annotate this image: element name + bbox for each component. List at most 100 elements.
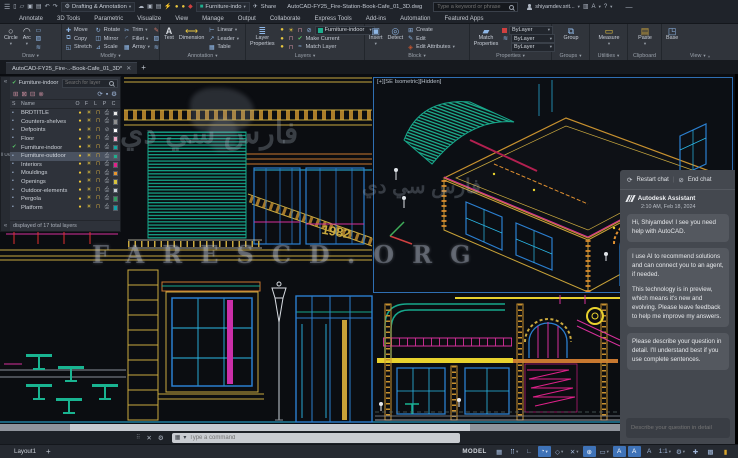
print-icon[interactable]: ▤ — [156, 4, 162, 10]
layer-plot-icon[interactable]: ⎙ — [103, 205, 112, 211]
layer-row[interactable]: ▪Outdoor-elements●☀⊓⎙ — [10, 186, 120, 195]
layer-freeze-icon[interactable]: ☀ — [85, 179, 94, 185]
save-web-icon[interactable]: ▣ — [147, 4, 153, 10]
layer-search-box[interactable] — [62, 79, 118, 88]
layer-on-icon[interactable]: ● — [76, 171, 85, 176]
layer-plot-icon[interactable]: ⊘ — [103, 128, 112, 134]
expand-panel-icon[interactable]: » — [708, 54, 711, 59]
end-chat-button[interactable]: End chat — [688, 177, 712, 183]
layer-row[interactable]: ▪Counters-shelves●☀⊓⎙ — [10, 118, 120, 127]
open-file-icon[interactable]: ▱ — [20, 4, 25, 10]
layer-lock-icon[interactable]: ⊓ — [297, 27, 304, 34]
document-dropdown[interactable]: ■ Furniture-indo ▾ — [196, 2, 250, 12]
edit-attributes-button[interactable]: ◈Edit Attributes▾ — [407, 43, 455, 52]
tab-featured-apps[interactable]: Featured Apps — [437, 14, 490, 24]
close-command-icon[interactable]: ✕ — [146, 434, 151, 442]
layer-lock-icon[interactable]: ⊓ — [94, 154, 103, 160]
group-button[interactable]: ⧉Group — [563, 26, 580, 42]
scale-button[interactable]: ⊿Scale — [95, 43, 120, 52]
layer-plot-icon[interactable]: ⎙ — [103, 119, 112, 125]
layer-row[interactable]: ▪Mouldings●☀⊓⎙ — [10, 169, 120, 178]
measure-button[interactable]: ▭Measure▾ — [598, 26, 621, 47]
autodesk-a-icon[interactable]: A — [592, 4, 596, 10]
help-search-input[interactable] — [437, 4, 507, 10]
layer-on-icon[interactable]: ● — [76, 111, 85, 116]
col-name[interactable]: Name — [21, 101, 73, 107]
layer-plot-icon[interactable]: ⎙ — [103, 136, 112, 142]
object-snap-tracking-icon[interactable]: ✕▾ — [568, 446, 581, 457]
layers-panel-label[interactable]: Layers — [295, 53, 311, 59]
layer-freeze-icon[interactable]: ☀ — [85, 111, 94, 117]
trim-button[interactable]: ✂Trim▾ — [123, 26, 150, 35]
help-search-box[interactable] — [433, 2, 518, 12]
tab-collaborate[interactable]: Collaborate — [263, 14, 308, 24]
layer-lock-icon[interactable]: ⊓ — [94, 179, 103, 185]
tab-view[interactable]: View — [168, 14, 195, 24]
layer-lock-icon[interactable]: ⊓ — [94, 136, 103, 142]
move-button[interactable]: ✚Move — [65, 26, 92, 35]
layer-on-icon[interactable]: ● — [76, 180, 85, 185]
tab-3d-tools[interactable]: 3D Tools — [50, 14, 87, 24]
col-color[interactable]: C — [109, 101, 118, 107]
tab-parametric[interactable]: Parametric — [87, 14, 130, 24]
layer-color-swatch[interactable] — [113, 119, 119, 125]
new-drawing-tab-button[interactable]: + — [141, 62, 146, 74]
fillet-button[interactable]: ◜Fillet▾ — [123, 35, 150, 44]
layer-on-icon[interactable]: ● — [76, 205, 85, 210]
layer-freeze-icon[interactable]: ☀ — [85, 205, 94, 211]
layer-search-input[interactable] — [65, 80, 107, 86]
layer-freeze-icon[interactable]: ☀ — [85, 196, 94, 202]
layer-freeze-icon[interactable]: ☀ — [85, 162, 94, 168]
insert-button[interactable]: ▣Insert▾ — [368, 26, 383, 47]
horizontal-scrollbar[interactable] — [0, 424, 620, 431]
layer-on-icon[interactable]: ● — [76, 197, 85, 202]
layer-row[interactable]: ▪Pergola●☀⊓⎙ — [10, 195, 120, 204]
base-button[interactable]: ◳Base — [665, 26, 679, 42]
dynamic-input-icon[interactable]: ⊕ — [583, 446, 596, 457]
circle-button[interactable]: ○Circle▾ — [3, 26, 19, 47]
lock-ui-icon[interactable]: ▮ — [719, 446, 732, 457]
annotation-visibility-icon[interactable]: A — [613, 446, 626, 457]
customize-wrench-icon[interactable]: ⚙ — [158, 434, 164, 442]
detect-button[interactable]: ◎Detect — [386, 26, 404, 42]
command-input[interactable] — [189, 435, 419, 441]
copy-button[interactable]: ⧉Copy — [65, 35, 92, 44]
annotation-scale-dropdown[interactable]: 1:1▾ — [658, 446, 672, 457]
new-frozen-layer-icon[interactable]: ⊠ — [21, 90, 26, 98]
new-layout-button[interactable]: + — [46, 447, 51, 456]
layer-color-swatch[interactable] — [113, 188, 119, 194]
layer-freeze-icon[interactable]: ☀ — [85, 136, 94, 142]
scrollbar-thumb[interactable] — [70, 424, 470, 431]
block-panel-label[interactable]: Block — [408, 53, 421, 59]
col-freeze[interactable]: F — [82, 101, 91, 107]
workspace-dropdown[interactable]: ⚙ Drafting & Annotation ▾ — [61, 2, 135, 12]
undo-icon[interactable]: ↶ — [45, 4, 50, 10]
new-layer-icon[interactable]: ⊞ — [13, 90, 18, 98]
chat-input[interactable] — [631, 425, 725, 431]
layer-color-swatch[interactable] — [113, 196, 119, 202]
tab-output[interactable]: Output — [231, 14, 263, 24]
layer-row[interactable]: ▪Openings●☀⊓⎙ — [10, 178, 120, 187]
tab-add-ins[interactable]: Add-ins — [359, 14, 393, 24]
layer-lock-icon[interactable]: ⊓ — [94, 171, 103, 177]
command-input-field[interactable]: ▦ ▾ — [172, 433, 460, 443]
command-grip-icon[interactable]: ⠿ — [136, 434, 140, 441]
layer-row[interactable]: ▪Floor●☀⊓⎙ — [10, 135, 120, 144]
paste-button[interactable]: ▤Paste▾ — [637, 26, 653, 47]
tab-express-tools[interactable]: Express Tools — [308, 14, 359, 24]
collapse-chevron-icon[interactable]: « — [4, 79, 7, 85]
layer-on-icon[interactable]: ● — [76, 154, 85, 159]
layer-row[interactable]: ▪Furniture-outdoor●☀⊓⎙ — [10, 152, 120, 161]
layer-lock-icon[interactable]: ⊓ — [94, 119, 103, 125]
restart-chat-button[interactable]: Restart chat — [636, 177, 668, 183]
layer-plot-icon[interactable]: ⎙ — [103, 171, 112, 177]
layer-plot-icon[interactable]: ⎙ — [103, 179, 112, 185]
properties-panel-label[interactable]: Properties — [496, 53, 521, 59]
layer-color-swatch[interactable] — [113, 154, 119, 160]
layer-row[interactable]: ▪Platform●☀⊓⎙ — [10, 204, 120, 213]
store-cart-icon[interactable]: ▥ — [583, 4, 589, 10]
layer-on-icon[interactable]: ● — [76, 119, 85, 124]
layer-row[interactable]: ✔Furniture-indoor●☀⊓⎙ — [10, 143, 120, 152]
dimension-button[interactable]: ⟷Dimension — [178, 26, 205, 42]
layer-row[interactable]: ▪Defpoints●☀⊓⊘ — [10, 126, 120, 135]
